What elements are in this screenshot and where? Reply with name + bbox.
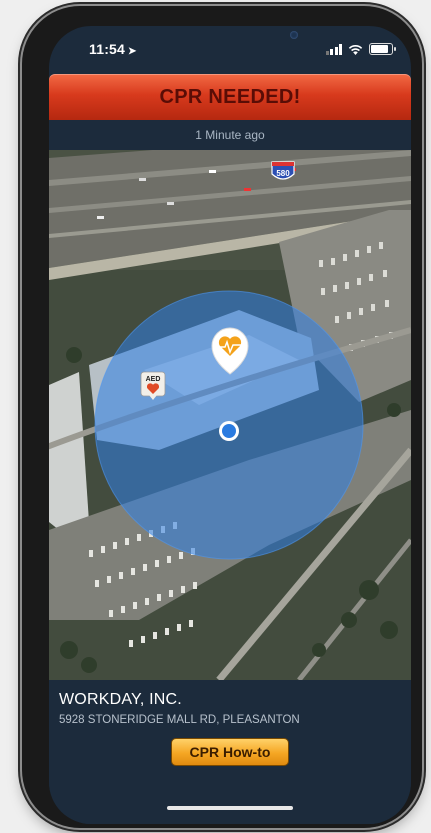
wifi-icon [348, 44, 363, 55]
cpr-howto-button[interactable]: CPR How-to [171, 738, 289, 766]
status-time-text: 11:54 [89, 41, 126, 57]
map-canvas[interactable]: 580 AED [49, 150, 411, 680]
svg-text:AED: AED [146, 376, 161, 383]
place-address: 5928 STONERIDGE MALL RD, PLEASANTON [59, 714, 300, 726]
aed-marker[interactable]: AED [140, 371, 166, 400]
battery-icon [369, 43, 396, 55]
cpr-needed-banner: CPR NEEDED! [49, 74, 411, 120]
car [209, 170, 216, 173]
cellular-signal-icon [325, 43, 342, 55]
status-time: 11:54 ➤ [89, 41, 137, 57]
phone-frame: 11:54 ➤ CPR NEEDED! 1 Minute ago 580 AED… [22, 6, 422, 828]
alert-time-ago: 1 Minute ago [195, 128, 265, 142]
status-icons [325, 43, 396, 55]
car [97, 216, 104, 219]
highway-580-shield: 580 [271, 161, 295, 180]
car [244, 188, 251, 191]
user-location-dot [219, 421, 239, 441]
svg-text:580: 580 [276, 169, 290, 178]
app-screen: 11:54 ➤ CPR NEEDED! 1 Minute ago 580 AED… [49, 26, 411, 824]
home-indicator[interactable] [167, 806, 293, 810]
car [139, 178, 146, 181]
car [167, 202, 174, 205]
location-info-panel: WORKDAY, INC. 5928 STONERIDGE MALL RD, P… [49, 680, 411, 824]
satellite-map[interactable]: 580 AED [49, 150, 411, 680]
status-bar: 11:54 ➤ [49, 26, 411, 74]
front-camera [290, 31, 298, 39]
place-name: WORKDAY, INC. [59, 691, 182, 708]
alert-title: CPR NEEDED! [159, 85, 301, 108]
location-arrow-icon: ➤ [128, 46, 137, 57]
